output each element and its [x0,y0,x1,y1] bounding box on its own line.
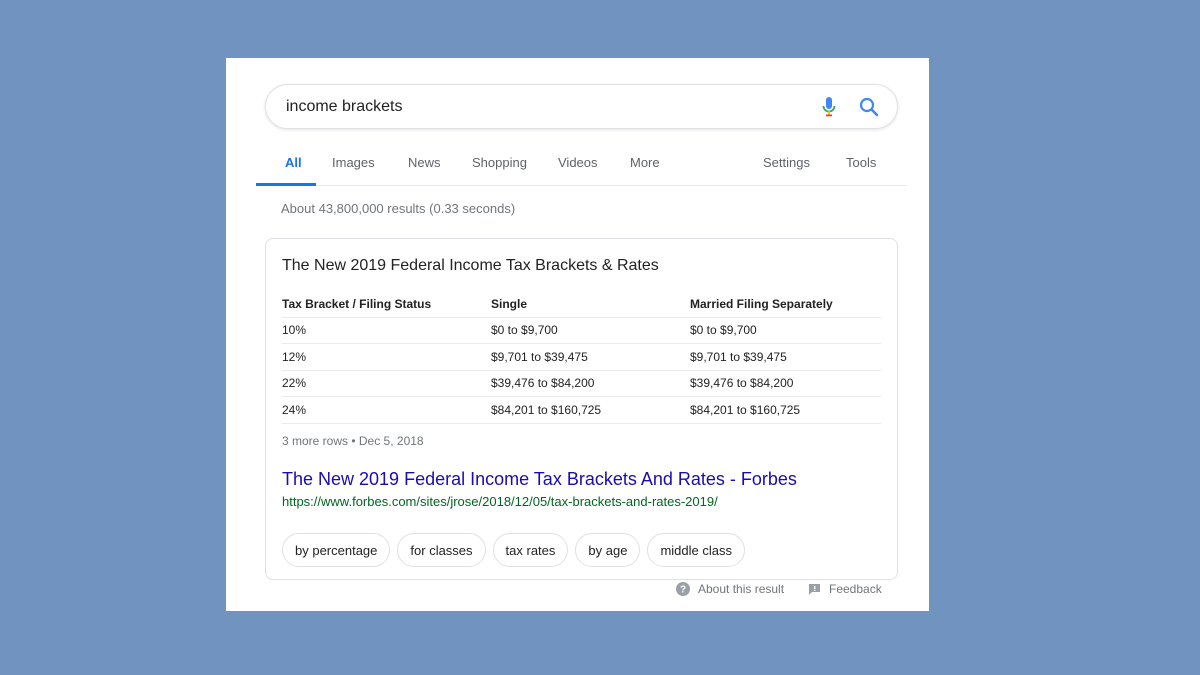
search-tabs: All Images News Shopping Videos More Set… [256,146,907,186]
table-header: Married Filing Separately [690,291,881,318]
svg-text:?: ? [680,585,686,596]
result-url: https://www.forbes.com/sites/jrose/2018/… [282,494,718,509]
tab-images[interactable]: Images [332,155,375,170]
table-cell: 22% [282,370,491,397]
table-cell: $39,476 to $84,200 [690,370,881,397]
table-cell: $84,201 to $160,725 [690,396,881,424]
table-cell: $9,701 to $39,475 [690,343,881,371]
table-cell: $39,476 to $84,200 [491,370,690,397]
result-stats: About 43,800,000 results (0.33 seconds) [281,201,516,216]
table-cell: 10% [282,317,491,344]
more-rows-note[interactable]: 3 more rows • Dec 5, 2018 [282,434,424,448]
search-input[interactable] [286,97,786,117]
tab-news[interactable]: News [408,155,441,170]
about-label: About this result [698,582,785,596]
chip-middle-class[interactable]: middle class [647,533,745,567]
table-row: 22% $39,476 to $84,200 $39,476 to $84,20… [282,370,881,397]
tab-all[interactable]: All [285,155,302,170]
tab-shopping[interactable]: Shopping [472,155,527,170]
table-header-row: Tax Bracket / Filing Status Single Marri… [282,291,881,318]
search-bar[interactable] [265,84,898,129]
active-tab-indicator [256,183,316,186]
table-row: 10% $0 to $9,700 $0 to $9,700 [282,317,881,344]
result-title-link[interactable]: The New 2019 Federal Income Tax Brackets… [282,469,797,490]
table-cell: 12% [282,343,491,371]
table-row: 24% $84,201 to $160,725 $84,201 to $160,… [282,396,881,424]
table-cell: $0 to $9,700 [690,317,881,344]
tax-brackets-table: Tax Bracket / Filing Status Single Marri… [282,291,881,424]
chip-by-age[interactable]: by age [575,533,641,567]
search-icon[interactable] [858,96,880,118]
tab-videos[interactable]: Videos [558,155,598,170]
featured-snippet-card: The New 2019 Federal Income Tax Brackets… [265,238,898,580]
table-cell: $9,701 to $39,475 [491,343,690,371]
table-header: Tax Bracket / Filing Status [282,291,491,318]
feedback-icon [809,583,820,595]
tab-tools[interactable]: Tools [846,155,876,170]
table-cell: 24% [282,396,491,424]
chip-by-percentage[interactable]: by percentage [282,533,391,567]
help-icon: ? [676,582,690,596]
chip-tax-rates[interactable]: tax rates [492,533,569,567]
table-cell: $84,201 to $160,725 [491,396,690,424]
chip-for-classes[interactable]: for classes [397,533,486,567]
table-header: Single [491,291,690,318]
snippet-title: The New 2019 Federal Income Tax Brackets… [282,257,659,274]
tab-more[interactable]: More [630,155,660,170]
mic-icon[interactable] [821,95,837,119]
related-chips: by percentage for classes tax rates by a… [282,533,745,567]
table-row: 12% $9,701 to $39,475 $9,701 to $39,475 [282,343,881,371]
tab-settings[interactable]: Settings [763,155,810,170]
about-this-result[interactable]: ? About this result [676,582,784,596]
table-cell: $0 to $9,700 [491,317,690,344]
search-results-panel: All Images News Shopping Videos More Set… [226,58,929,611]
feedback-link[interactable]: Feedback [808,582,882,596]
feedback-label: Feedback [829,582,882,596]
